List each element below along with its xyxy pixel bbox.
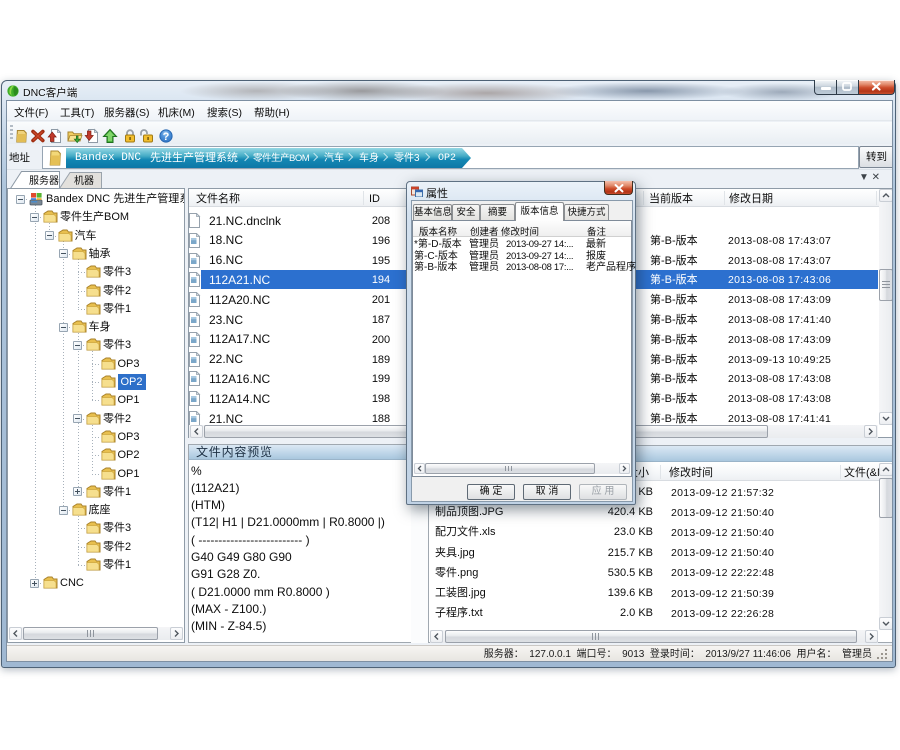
svg-text:?: ? — [163, 131, 170, 143]
svg-text:机器: 机器 — [74, 174, 94, 187]
svg-text:服务器: 服务器 — [29, 174, 59, 187]
